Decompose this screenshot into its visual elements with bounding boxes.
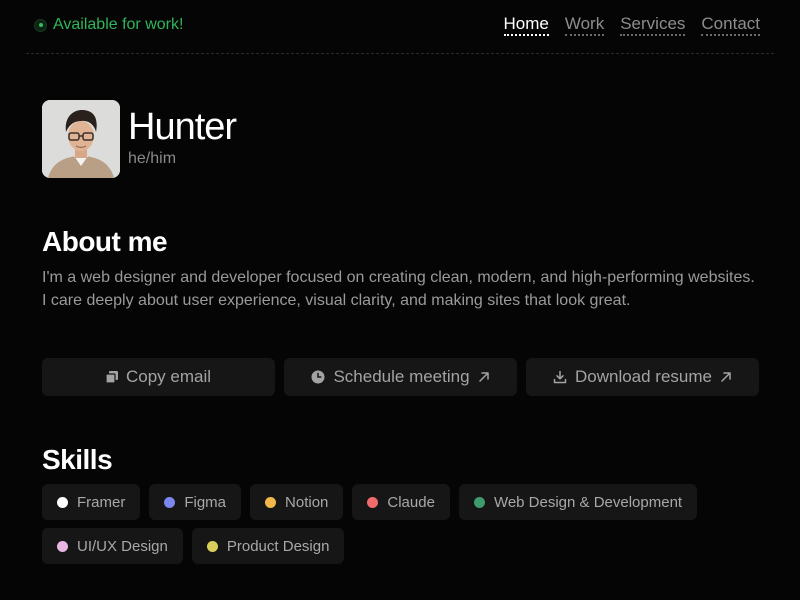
status-text: Available for work! (53, 16, 184, 33)
download-resume-label: Download resume (574, 367, 712, 386)
download-resume-button[interactable]: Download resume (526, 358, 759, 396)
top-bar: Available for work! Home Work Services C… (26, 0, 774, 54)
skill-label: Claude (387, 493, 435, 511)
about-text: I'm a web designer and developer focused… (42, 269, 755, 309)
skills-heading: Skills (42, 444, 113, 475)
profile-pronouns: he/him (128, 150, 177, 167)
skill-label: Framer (77, 493, 126, 511)
skill-dot-icon (57, 496, 68, 508)
skill-dot-icon (57, 540, 68, 552)
external-arrow-icon (721, 372, 731, 382)
nav-work[interactable]: Work (564, 15, 605, 36)
name-block: Hunter he/him (128, 100, 237, 178)
profile-name: Hunter (128, 106, 237, 148)
skill-label: Product Design (226, 537, 330, 555)
skill-dot-icon (473, 496, 485, 508)
nav-home[interactable]: Home (503, 15, 549, 36)
skill-chip: Figma (149, 484, 242, 520)
nav-contact[interactable]: Contact (701, 15, 760, 36)
skill-label: Figma (184, 493, 227, 511)
schedule-meeting-button[interactable]: Schedule meeting (284, 358, 517, 396)
skill-dot-icon (164, 496, 176, 508)
clock-icon (311, 370, 325, 384)
status-dot-icon (34, 18, 47, 32)
skills-list: Framer Figma Notion Claude Web Design & Deve… (42, 484, 742, 564)
external-arrow-icon (478, 372, 489, 382)
nav-services[interactable]: Services (620, 15, 686, 36)
skill-dot-icon (206, 540, 218, 552)
skill-dot-icon (367, 496, 379, 508)
skill-label: Notion (285, 493, 329, 511)
copy-email-button[interactable]: Copy email (42, 358, 275, 396)
skill-label: UI/UX Design (77, 537, 168, 555)
avatar-portrait-icon (42, 100, 120, 178)
download-icon (553, 370, 567, 384)
skill-chip: Notion (250, 484, 344, 520)
portfolio-page: Available for work! Home Work Services C… (0, 0, 800, 600)
main-nav: Home Work Services Contact (503, 15, 760, 38)
skill-dot-icon (265, 496, 277, 508)
skill-label: Web Design & Development (493, 493, 683, 511)
profile-header: Hunter he/him (42, 100, 237, 178)
skill-chip: UI/UX Design (42, 528, 183, 564)
skill-chip: Product Design (191, 528, 345, 564)
about-heading: About me (42, 226, 168, 257)
action-buttons: Copy email Schedule meeting Download res… (42, 358, 759, 396)
copy-icon (105, 371, 118, 383)
skill-chip: Web Design & Development (458, 484, 698, 520)
schedule-meeting-label: Schedule meeting (333, 367, 470, 386)
availability-status: Available for work! (34, 16, 183, 37)
skill-chip: Framer (42, 484, 141, 520)
copy-email-label: Copy email (125, 367, 212, 386)
avatar (42, 100, 120, 178)
skill-chip: Claude (352, 484, 450, 520)
